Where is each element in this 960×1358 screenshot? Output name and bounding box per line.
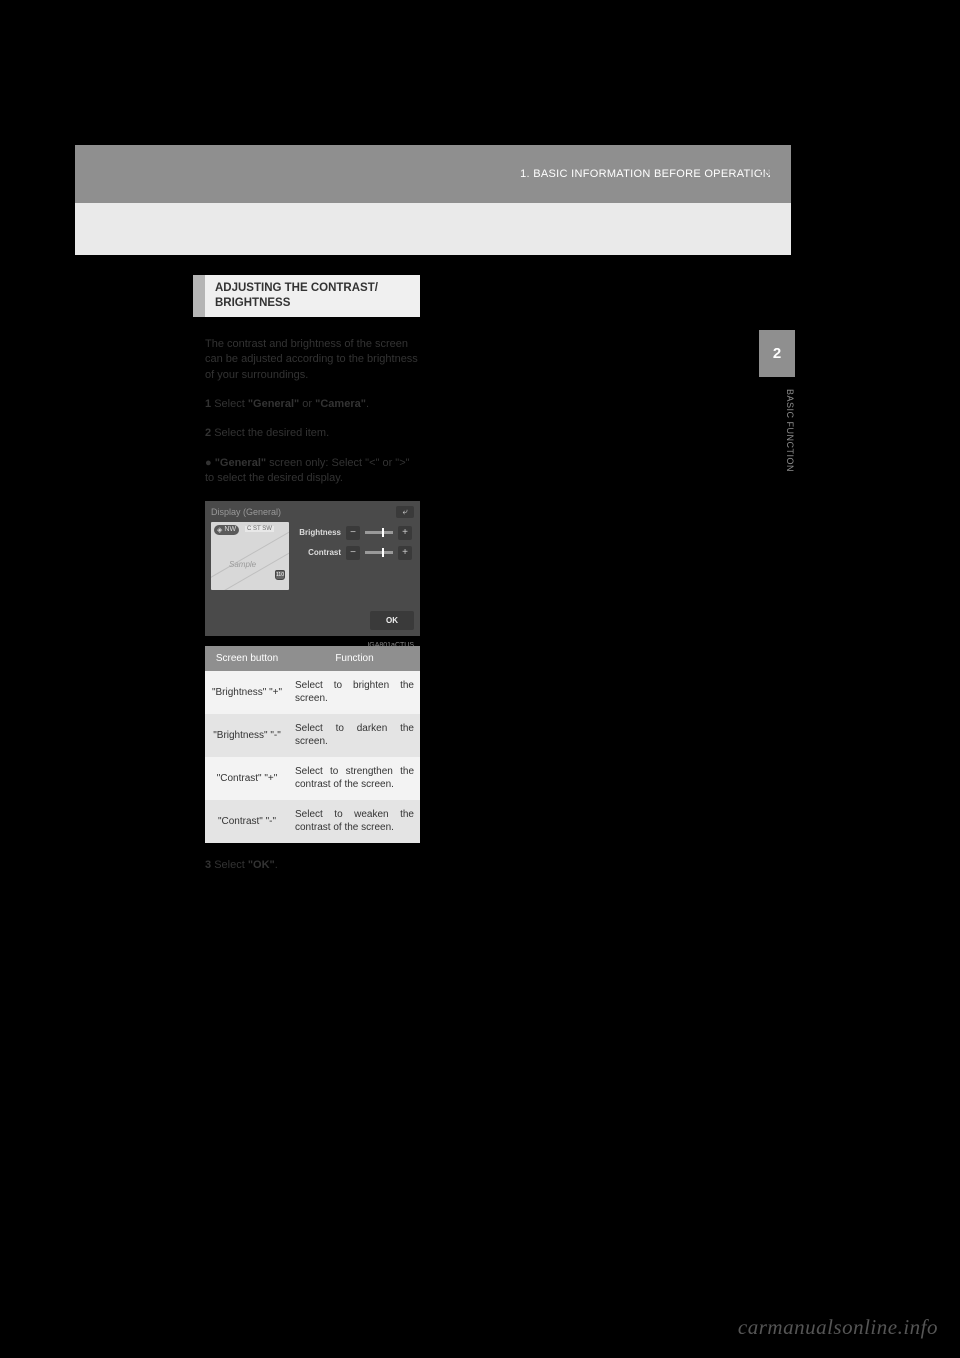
step-1-num: 1 bbox=[205, 398, 211, 410]
step-2-num: 2 bbox=[205, 427, 211, 439]
watermark: carmanualsonline.info bbox=[738, 1315, 938, 1340]
step-3-num: 3 bbox=[205, 859, 211, 871]
minus-icon: − bbox=[350, 548, 356, 558]
step-3-bold: "OK" bbox=[248, 859, 275, 871]
ss-controls: Brightness − + Contrast − + bbox=[295, 522, 414, 592]
side-tab[interactable]: 2 bbox=[759, 330, 795, 377]
section-title: ADJUSTING THE CONTRAST/ BRIGHTNESS bbox=[205, 275, 420, 317]
cell-button: "Brightness" "+" bbox=[205, 671, 289, 714]
cell-function: Select to strengthen the contrast of the… bbox=[289, 757, 420, 800]
back-icon: ⤶ bbox=[402, 506, 407, 517]
compass-icon: ◈ NW bbox=[214, 525, 239, 535]
ss-map-preview: ◈ NW C ST SW Sample 110 bbox=[211, 522, 289, 590]
function-table: Screen button Function "Brightness" "+" … bbox=[205, 646, 420, 843]
step-1-mid: or bbox=[299, 398, 315, 410]
side-tab-text: BASIC FUNCTION bbox=[759, 389, 795, 472]
street-label: C ST SW bbox=[245, 526, 274, 532]
table-header-function: Function bbox=[289, 646, 420, 671]
page-number: 39 bbox=[758, 165, 771, 179]
step-2-text: Select the desired item. bbox=[214, 427, 329, 439]
route-shield-icon: 110 bbox=[275, 570, 285, 580]
sub-header bbox=[75, 203, 791, 255]
ok-button[interactable]: OK bbox=[370, 611, 414, 630]
step-3: 3 Select "OK". bbox=[205, 859, 420, 871]
ss-title-bar: Display (General) ⤶ bbox=[211, 506, 414, 518]
step-1: 1 Select "General" or "Camera". bbox=[205, 397, 420, 412]
contrast-slider[interactable] bbox=[365, 551, 393, 554]
image-code: IGA801aCTUS bbox=[367, 642, 414, 649]
table-row: "Contrast" "-" Select to weaken the cont… bbox=[205, 800, 420, 843]
contrast-minus-button[interactable]: − bbox=[346, 546, 360, 560]
content-column: ADJUSTING THE CONTRAST/ BRIGHTNESS The c… bbox=[205, 275, 420, 871]
step-3-after: . bbox=[275, 859, 278, 871]
step-1-bold1: "General" bbox=[248, 398, 299, 410]
brightness-minus-button[interactable]: − bbox=[346, 526, 360, 540]
plus-icon: + bbox=[402, 528, 408, 538]
contrast-plus-button[interactable]: + bbox=[398, 546, 412, 560]
step-1-bold2: "Camera" bbox=[315, 398, 366, 410]
brightness-label: Brightness bbox=[295, 528, 341, 537]
step-1-before: Select bbox=[214, 398, 248, 410]
minus-icon: − bbox=[350, 528, 356, 538]
intro-paragraph: The contrast and brightness of the scree… bbox=[205, 337, 420, 383]
sample-label: Sample bbox=[229, 560, 256, 569]
brightness-row: Brightness − + bbox=[295, 526, 414, 540]
display-screenshot: Display (General) ⤶ ◈ NW C ST SW Sample … bbox=[205, 501, 420, 636]
cell-button: "Contrast" "-" bbox=[205, 800, 289, 843]
contrast-label: Contrast bbox=[295, 548, 341, 557]
step-1-after: . bbox=[366, 398, 369, 410]
cell-function: Select to weaken the contrast of the scr… bbox=[289, 800, 420, 843]
table-row: "Brightness" "-" Select to darken the sc… bbox=[205, 714, 420, 757]
slider-thumb-icon bbox=[382, 528, 384, 537]
header-bar: 1. BASIC INFORMATION BEFORE OPERATION bbox=[75, 145, 791, 203]
plus-icon: + bbox=[402, 548, 408, 558]
header-text: 1. BASIC INFORMATION BEFORE OPERATION bbox=[520, 168, 771, 180]
ss-body: ◈ NW C ST SW Sample 110 Brightness − + C… bbox=[211, 522, 414, 592]
step-2a: ● "General" screen only: Select "<" or "… bbox=[205, 456, 420, 487]
cell-button: "Contrast" "+" bbox=[205, 757, 289, 800]
step-3-before: Select bbox=[214, 859, 248, 871]
compass-label: NW bbox=[224, 526, 236, 533]
back-button[interactable]: ⤶ bbox=[396, 506, 414, 518]
cell-function: Select to darken the screen. bbox=[289, 714, 420, 757]
slider-thumb-icon bbox=[382, 548, 384, 557]
section-title-text: ADJUSTING THE CONTRAST/ BRIGHTNESS bbox=[215, 282, 378, 309]
step-2: 2 Select the desired item. bbox=[205, 426, 420, 441]
table-header-row: Screen button Function bbox=[205, 646, 420, 671]
ss-title-text: Display (General) bbox=[211, 507, 281, 517]
brightness-slider[interactable] bbox=[365, 531, 393, 534]
side-tab-label: 2 bbox=[773, 345, 781, 362]
table-header-button: Screen button bbox=[205, 646, 289, 671]
brightness-plus-button[interactable]: + bbox=[398, 526, 412, 540]
page-area: 39 1. BASIC INFORMATION BEFORE OPERATION… bbox=[75, 145, 791, 1243]
contrast-row: Contrast − + bbox=[295, 546, 414, 560]
table-row: "Contrast" "+" Select to strengthen the … bbox=[205, 757, 420, 800]
ok-label: OK bbox=[386, 616, 398, 625]
step-2a-bold: "General" bbox=[215, 457, 266, 469]
cell-button: "Brightness" "-" bbox=[205, 714, 289, 757]
table-row: "Brightness" "+" Select to brighten the … bbox=[205, 671, 420, 714]
cell-function: Select to brighten the screen. bbox=[289, 671, 420, 714]
